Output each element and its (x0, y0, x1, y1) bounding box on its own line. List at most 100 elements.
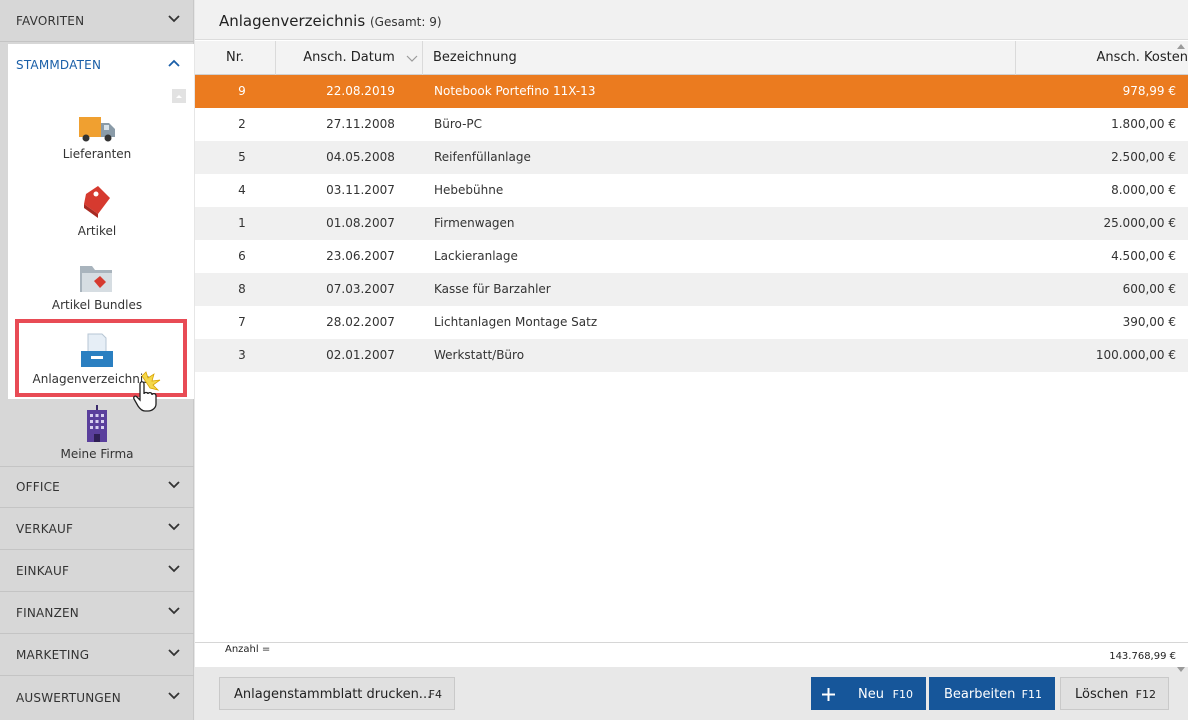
sidebar-section-finanzen[interactable]: FINANZEN (0, 592, 194, 634)
button-label: Löschen (1075, 687, 1129, 702)
sidebar: FAVORITEN STAMMDATEN Lieferanten Artikel (0, 0, 194, 720)
delete-button[interactable]: Löschen F12 (1060, 677, 1169, 710)
cell-date: 03.11.2007 (326, 183, 395, 197)
count-label: Anzahl = (225, 644, 271, 655)
sidebar-section-einkauf[interactable]: EINKAUF (0, 550, 194, 592)
plus-icon (822, 688, 835, 701)
table-row[interactable]: 9 22.08.2019 Notebook Portefino 11X-13 978,… (195, 75, 1188, 108)
page-title: Anlagenverzeichnis (219, 12, 366, 30)
scroll-up-arrow-icon[interactable] (1177, 43, 1185, 49)
cell-date: 02.01.2007 (326, 348, 395, 362)
tile-label: Lieferanten (62, 147, 132, 161)
folder-tag-icon (80, 266, 112, 292)
shortcut-key: F11 (1021, 688, 1042, 701)
section-label: FAVORITEN (16, 13, 85, 28)
tile-lieferanten[interactable]: Lieferanten (8, 115, 186, 161)
cell-date: 04.05.2008 (326, 150, 395, 164)
tile-label: Artikel (77, 224, 117, 238)
scroll-down-arrow-icon[interactable] (1177, 667, 1185, 673)
table-body: 9 22.08.2019 Notebook Portefino 11X-13 978,… (195, 75, 1188, 372)
chevron-down-icon (168, 692, 180, 704)
column-header-nr[interactable]: Nr. (195, 41, 276, 75)
cell-cost: 1.800,00 € (1111, 117, 1176, 131)
tile-meine-firma[interactable]: Meine Firma (8, 405, 186, 461)
chevron-down-icon (168, 564, 180, 577)
cell-bezeichnung: Hebebühne (434, 183, 504, 197)
table-row[interactable]: 6 23.06.2007 Lackieranlage 4.500,00 € (195, 240, 1188, 273)
tile-artikel-bundles[interactable]: Artikel Bundles (8, 262, 186, 312)
button-label: Bearbeiten (944, 687, 1016, 702)
shortcut-key: F4 (428, 688, 442, 701)
sidebar-section-favoriten[interactable]: FAVORITEN (0, 0, 194, 42)
cell-cost: 978,99 € (1122, 84, 1176, 98)
sidebar-section-verkauf[interactable]: VERKAUF (0, 508, 194, 550)
sidebar-section-auswertungen[interactable]: AUSWERTUNGEN (0, 676, 194, 720)
cell-bezeichnung: Notebook Portefino 11X-13 (434, 84, 596, 98)
chevron-down-icon (168, 481, 180, 493)
chevron-down-icon (168, 648, 180, 661)
total-count: (Gesamt: 9) (370, 15, 442, 29)
sidebar-section-office[interactable]: OFFICE (0, 466, 194, 508)
cell-cost: 100.000,00 € (1095, 348, 1176, 362)
tile-label: Artikel Bundles (51, 298, 143, 312)
table-footer: Anzahl = 143.768,99 € (195, 642, 1188, 667)
cell-bezeichnung: Lichtanlagen Montage Satz (434, 315, 598, 329)
print-asset-sheet-button[interactable]: Anlagenstammblatt drucken... F4 (219, 677, 455, 710)
sidebar-section-stammdaten[interactable]: STAMMDATEN (8, 44, 194, 86)
cell-bezeichnung: Werkstatt/Büro (434, 348, 525, 362)
total-sum: 143.768,99 € (1109, 651, 1176, 662)
title-bar: Anlagenverzeichnis (Gesamt: 9) (195, 0, 1188, 40)
section-label: OFFICE (16, 480, 60, 494)
cell-nr: 2 (238, 117, 246, 131)
table-row[interactable]: 1 01.08.2007 Firmenwagen 25.000,00 € (195, 207, 1188, 240)
section-label: STAMMDATEN (16, 58, 102, 72)
cell-nr: 6 (238, 249, 246, 263)
vertical-scrollbar[interactable] (1174, 41, 1188, 675)
cell-nr: 5 (238, 150, 246, 164)
table-row[interactable]: 7 28.02.2007 Lichtanlagen Montage Satz 390,… (195, 306, 1188, 339)
cell-date: 22.08.2019 (326, 84, 395, 98)
office-building-icon (87, 405, 107, 442)
section-label: EINKAUF (16, 563, 70, 578)
cell-nr: 7 (238, 315, 246, 329)
shortcut-key: F10 (892, 688, 913, 701)
scroll-up-button[interactable] (172, 89, 186, 103)
table-row[interactable]: 8 07.03.2007 Kasse für Barzahler 600,00 € (195, 273, 1188, 306)
table-row[interactable]: 2 27.11.2008 Büro-PC 1.800,00 € (195, 108, 1188, 141)
column-header-cost[interactable]: Ansch. Kosten (1016, 41, 1188, 75)
cell-cost: 4.500,00 € (1111, 249, 1176, 263)
sidebar-section-marketing[interactable]: MARKETING (0, 634, 194, 676)
chevron-down-icon (168, 14, 180, 27)
main-content: Anlagenverzeichnis (Gesamt: 9) Nr. Ansch… (195, 0, 1188, 720)
cell-nr: 1 (238, 216, 246, 230)
button-label: Anlagenstammblatt drucken... (234, 687, 432, 702)
cell-nr: 3 (238, 348, 246, 362)
cell-bezeichnung: Büro-PC (434, 117, 483, 131)
cell-bezeichnung: Lackieranlage (434, 249, 518, 263)
edit-button[interactable]: Bearbeiten F11 (929, 677, 1055, 710)
cell-date: 07.03.2007 (326, 282, 395, 296)
chevron-up-icon (168, 59, 180, 71)
column-header-date[interactable]: Ansch. Datum (276, 41, 423, 75)
section-label: VERKAUF (16, 521, 74, 536)
section-label: MARKETING (16, 647, 90, 662)
cell-bezeichnung: Kasse für Barzahler (434, 282, 551, 296)
table-row[interactable]: 3 02.01.2007 Werkstatt/Büro 100.000,00 € (195, 339, 1188, 372)
column-header-bezeichnung[interactable]: Bezeichnung (423, 41, 1016, 75)
new-button[interactable]: Neu F10 (811, 677, 926, 710)
tile-label: Meine Firma (60, 447, 134, 461)
price-tag-icon (84, 186, 110, 218)
table-row[interactable]: 4 03.11.2007 Hebebühne 8.000,00 € (195, 174, 1188, 207)
cell-date: 01.08.2007 (326, 216, 395, 230)
cell-bezeichnung: Firmenwagen (434, 216, 515, 230)
cell-cost: 390,00 € (1122, 315, 1176, 329)
chevron-down-icon (168, 606, 180, 619)
cell-date: 23.06.2007 (326, 249, 395, 263)
tile-artikel[interactable]: Artikel (8, 184, 186, 238)
cell-cost: 8.000,00 € (1111, 183, 1176, 197)
cell-nr: 4 (238, 183, 246, 197)
cell-cost: 2.500,00 € (1111, 150, 1176, 164)
section-label: AUSWERTUNGEN (16, 691, 121, 705)
table-row[interactable]: 5 04.05.2008 Reifenfüllanlage 2.500,00 € (195, 141, 1188, 174)
cell-date: 27.11.2008 (326, 117, 395, 131)
